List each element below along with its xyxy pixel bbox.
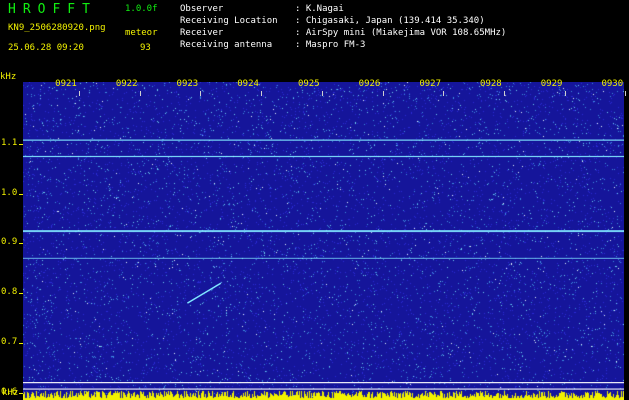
time-tick-mark xyxy=(261,91,263,96)
observer-label: Observer xyxy=(180,4,224,14)
antenna-label: Receiving antenna xyxy=(180,40,273,50)
datetime-label: 25.06.28 09:20 xyxy=(8,43,84,53)
app-logo: HROFFT xyxy=(8,2,97,17)
time-tick-mark xyxy=(200,91,202,96)
spectrogram-traces xyxy=(23,139,624,390)
time-tick-label: 0930 xyxy=(601,79,624,89)
freq-tick-label: 0.8 xyxy=(1,287,18,298)
freq-tick-label: 1.1 xyxy=(1,138,18,149)
meteor-echo-trace xyxy=(187,282,222,304)
location-label: Receiving Location xyxy=(180,16,278,26)
freq-tick-mark xyxy=(19,243,23,245)
freq-tick-mark xyxy=(19,144,23,146)
freq-tick-mark xyxy=(19,193,23,195)
freq-tick-mark xyxy=(19,293,23,295)
time-tick-label: 0921 xyxy=(55,79,77,89)
hrofft-window: HROFFT 1.0.0f KN9_2506280920.png meteor … xyxy=(0,0,629,400)
time-tick-label: 0922 xyxy=(115,79,138,89)
spectrogram-area xyxy=(23,82,624,400)
receiver-value: : AirSpy mini (Miakejima VOR 108.65MHz) xyxy=(295,28,507,38)
freq-tick-label: 0.9 xyxy=(1,237,18,248)
time-tick-mark xyxy=(79,91,80,96)
time-tick-label: 0926 xyxy=(358,79,381,89)
freq-tick-label: 1.0 xyxy=(1,187,18,198)
time-tick-mark xyxy=(503,91,505,96)
time-tick-mark xyxy=(382,91,384,96)
time-tick-mark xyxy=(443,91,445,96)
time-tick-mark xyxy=(139,91,141,96)
time-tick-label: 0925 xyxy=(297,79,320,89)
antenna-value: : Maspro FM-3 xyxy=(295,40,366,50)
time-tick-label: 0923 xyxy=(176,79,199,89)
time-tick-label: 0929 xyxy=(540,79,563,89)
time-tick-label: 0927 xyxy=(419,79,442,89)
y-unit-bottom-label: kHz xyxy=(2,388,19,398)
time-tick-label: 0928 xyxy=(480,79,502,89)
freq-tick-mark xyxy=(19,342,23,344)
freq-tick-label: 0.7 xyxy=(1,336,18,347)
mode-label: meteor xyxy=(125,28,158,38)
receiver-label: Receiver xyxy=(180,28,224,38)
version-label: 1.0.0f xyxy=(125,4,158,14)
count-label: 93 xyxy=(140,43,151,53)
time-tick-mark xyxy=(625,91,627,96)
filename-label: KN9_2506280920.png xyxy=(8,23,106,33)
time-tick-label: 0924 xyxy=(237,79,259,89)
observer-value: : K.Nagai xyxy=(295,4,344,14)
location-value: : Chigasaki, Japan (139.414 35.340) xyxy=(295,16,485,26)
time-tick-mark xyxy=(564,91,566,96)
y-unit-label: kHz xyxy=(0,72,17,82)
freq-tick-mark xyxy=(19,392,23,394)
time-tick-mark xyxy=(321,91,323,96)
